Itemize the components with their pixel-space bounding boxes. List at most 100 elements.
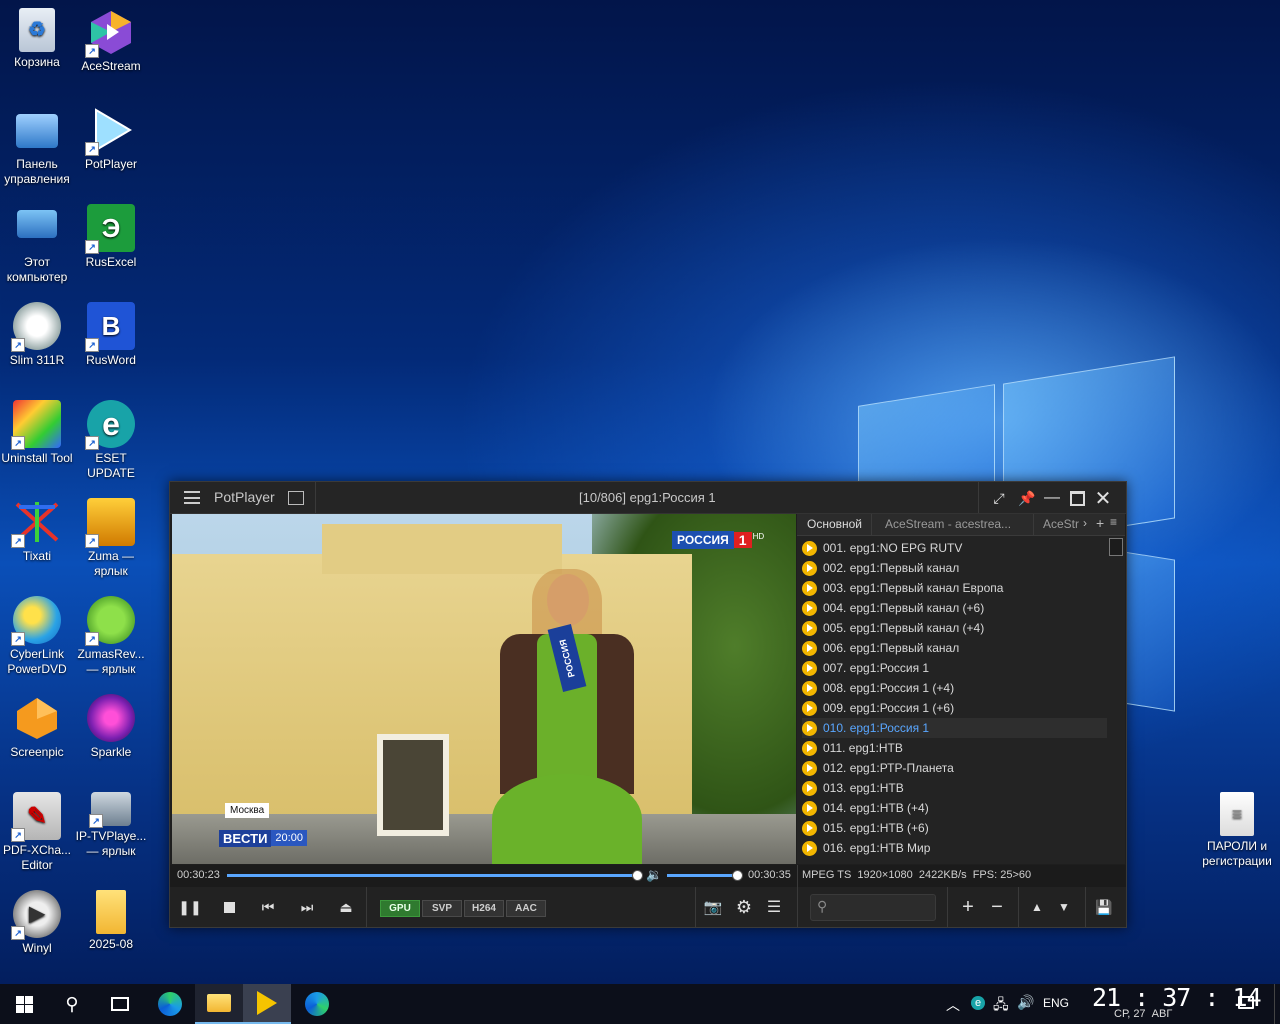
playlist-item[interactable]: 008. epg1:Россия 1 (+4)	[802, 678, 1107, 698]
play-icon	[802, 840, 817, 856]
desktop-icon-this-pc[interactable]: Этот компьютер	[0, 204, 74, 285]
tab-menu-icon[interactable]: ≡	[1110, 515, 1117, 529]
desktop-icon-potplayer[interactable]: ↗ PotPlayer	[74, 106, 148, 172]
eset-tray-icon[interactable]: e	[971, 996, 985, 1010]
menu-icon[interactable]	[184, 491, 200, 504]
desktop-icon-powerdvd[interactable]: ↗ CyberLink PowerDVD	[0, 596, 74, 677]
powerdvd-icon: ↗	[11, 596, 61, 646]
playlist-item[interactable]: 013. epg1:НТВ	[802, 778, 1107, 798]
desktop-icon-rusexcel[interactable]: Э ↗ RusExcel	[74, 204, 148, 270]
fullscreen-icon[interactable]: ⤢	[987, 486, 1011, 510]
clock[interactable]: 21 : 37 : 14 СР, 27 АВГ	[1088, 983, 1262, 1024]
playlist-tab-main[interactable]: Основной	[807, 517, 862, 531]
network-icon[interactable]: 🖧	[993, 994, 1009, 1018]
volume-bar[interactable]	[667, 870, 743, 881]
eject-icon[interactable]: ⏏	[334, 895, 358, 919]
playlist-item[interactable]: 010. epg1:Россия 1	[802, 718, 1107, 738]
show-hidden-icons[interactable]: ︿	[946, 995, 960, 1015]
language-indicator[interactable]: ENG	[1043, 996, 1069, 1010]
desktop-icon-zuma[interactable]: ↗ Zuma — ярлык	[74, 498, 148, 579]
playlist-item[interactable]: 011. epg1:НТВ	[802, 738, 1107, 758]
playlist-item[interactable]: 007. epg1:Россия 1	[802, 658, 1107, 678]
playlist-item[interactable]: 001. epg1:NO EPG RUTV	[802, 538, 1107, 558]
start-button[interactable]	[0, 984, 48, 1024]
desktop-icon-uninstall-tool[interactable]: ↗ Uninstall Tool	[0, 400, 74, 466]
taskbar-edge[interactable]	[146, 984, 194, 1024]
desktop-icon-slim[interactable]: ↗ Slim 311R	[0, 302, 74, 368]
potplayer-window[interactable]: PotPlayer [10/806] epg1:Россия 1 ⤢ 📌 — ✕…	[169, 481, 1127, 928]
move-down-icon[interactable]: ▼	[1052, 895, 1076, 919]
sparkle-icon	[87, 694, 135, 742]
settings-icon[interactable]: ⚙	[732, 895, 756, 919]
playlist-scrollbar[interactable]	[1109, 538, 1123, 556]
playlist-item-label: 003. epg1:Первый канал Европа	[823, 581, 1004, 595]
aac-badge[interactable]: AAC	[506, 900, 546, 917]
playlist-item[interactable]: 015. epg1:НТВ (+6)	[802, 818, 1107, 838]
taskbar-edge-2[interactable]	[293, 984, 341, 1024]
desktop-icon-folder-2025-08[interactable]: 2025-08	[74, 890, 148, 952]
desktop-icon-eset[interactable]: e ↗ ESET UPDATE	[74, 400, 148, 481]
play-icon	[802, 700, 817, 716]
remove-item-icon[interactable]: −	[985, 895, 1009, 919]
playlist-icon[interactable]: ☰	[762, 895, 786, 919]
stop-icon[interactable]	[217, 895, 241, 919]
pin-icon[interactable]: 📌	[1015, 486, 1039, 510]
volume-handle[interactable]	[732, 870, 743, 881]
close-icon[interactable]: ✕	[1091, 486, 1115, 510]
playlist-item[interactable]: 016. epg1:НТВ Мир	[802, 838, 1107, 858]
seek-bar-handle[interactable]	[631, 870, 643, 881]
add-tab-icon[interactable]: +	[1096, 515, 1104, 531]
desktop-icon-screenpic[interactable]: Screenpic	[0, 694, 74, 760]
playlist-tab-acestream-2[interactable]: AceStr	[1043, 517, 1079, 531]
desktop-icon-control-panel[interactable]: Панель управления	[0, 106, 74, 187]
desktop-icon-iptv-player[interactable]: ↗ IP-TVPlaye... — ярлык	[74, 792, 148, 859]
desktop-icon-pdf-xchange[interactable]: ✎ ↗ PDF-XCha... Editor	[0, 792, 74, 873]
volume-tray-icon[interactable]: 🔊	[1017, 994, 1034, 1011]
desktop-icon-acestream[interactable]: ↗ AceStream	[74, 8, 148, 74]
h264-badge[interactable]: H264	[464, 900, 504, 917]
desktop-icon-zumas-revenge[interactable]: ↗ ZumasRev... — ярлык	[74, 596, 148, 677]
save-playlist-icon[interactable]: 💾	[1092, 895, 1116, 919]
desktop-icon-passwords-doc[interactable]: ≡ ПАРОЛИ и регистрации	[1200, 792, 1274, 869]
task-view-button[interactable]	[96, 984, 144, 1024]
move-up-icon[interactable]: ▲	[1025, 895, 1049, 919]
maximize-icon[interactable]	[1065, 486, 1089, 510]
playlist-search-input[interactable]: ⚲	[810, 894, 936, 921]
seek-bar[interactable]	[227, 870, 643, 881]
playlist-toggle-icon[interactable]	[288, 491, 304, 505]
show-desktop-button[interactable]	[1274, 984, 1280, 1024]
previous-icon[interactable]: ⏮	[256, 895, 280, 919]
playlist-item[interactable]: 012. epg1:РТР-Планета	[802, 758, 1107, 778]
taskbar-explorer[interactable]	[195, 984, 243, 1024]
add-item-icon[interactable]: +	[956, 895, 980, 919]
playlist-item[interactable]: 006. epg1:Первый канал	[802, 638, 1107, 658]
search-button[interactable]: ⚲	[48, 984, 96, 1024]
minimize-icon[interactable]: —	[1040, 486, 1064, 510]
video-frame[interactable]: РОССИЯ РОССИЯ 1 HD Москва ВЕСТИ 20:00	[172, 514, 796, 864]
desktop-icon-recycle-bin[interactable]: ♻ Корзина	[0, 8, 74, 70]
icon-label: ZumasRev... — ярлык	[77, 647, 145, 676]
playlist-panel[interactable]: Основной AceStream - acestrea... AceStr …	[797, 514, 1125, 864]
tab-scroll-right-icon[interactable]: ›	[1083, 516, 1087, 530]
playlist-item[interactable]: 003. epg1:Первый канал Европа	[802, 578, 1107, 598]
title-bar[interactable]: PotPlayer [10/806] epg1:Россия 1 ⤢ 📌 — ✕	[170, 482, 1126, 514]
desktop-icon-rusword[interactable]: B ↗ RusWord	[74, 302, 148, 368]
playlist-tab-acestream[interactable]: AceStream - acestrea...	[885, 517, 1011, 531]
playlist-item[interactable]: 014. epg1:НТВ (+4)	[802, 798, 1107, 818]
playlist-item[interactable]: 005. epg1:Первый канал (+4)	[802, 618, 1107, 638]
desktop-icon-tixati[interactable]: ↗ Tixati	[0, 498, 74, 564]
volume-icon[interactable]: 🔉	[646, 867, 662, 883]
windows-icon	[15, 995, 33, 1013]
playlist-item[interactable]: 002. epg1:Первый канал	[802, 558, 1107, 578]
svp-badge[interactable]: SVP	[422, 900, 462, 917]
taskbar-potplayer[interactable]	[243, 984, 291, 1024]
desktop-icon-winyl[interactable]: ▶ ↗ Winyl	[0, 890, 74, 956]
screenshot-icon[interactable]: 📷	[701, 895, 725, 919]
notifications-icon[interactable]	[1238, 996, 1254, 1009]
next-icon[interactable]: ⏭	[295, 895, 319, 919]
pause-icon[interactable]: ❚❚	[178, 895, 202, 919]
playlist-item[interactable]: 004. epg1:Первый канал (+6)	[802, 598, 1107, 618]
gpu-badge[interactable]: GPU	[380, 900, 420, 917]
playlist-item[interactable]: 009. epg1:Россия 1 (+6)	[802, 698, 1107, 718]
desktop-icon-sparkle[interactable]: Sparkle	[74, 694, 148, 760]
